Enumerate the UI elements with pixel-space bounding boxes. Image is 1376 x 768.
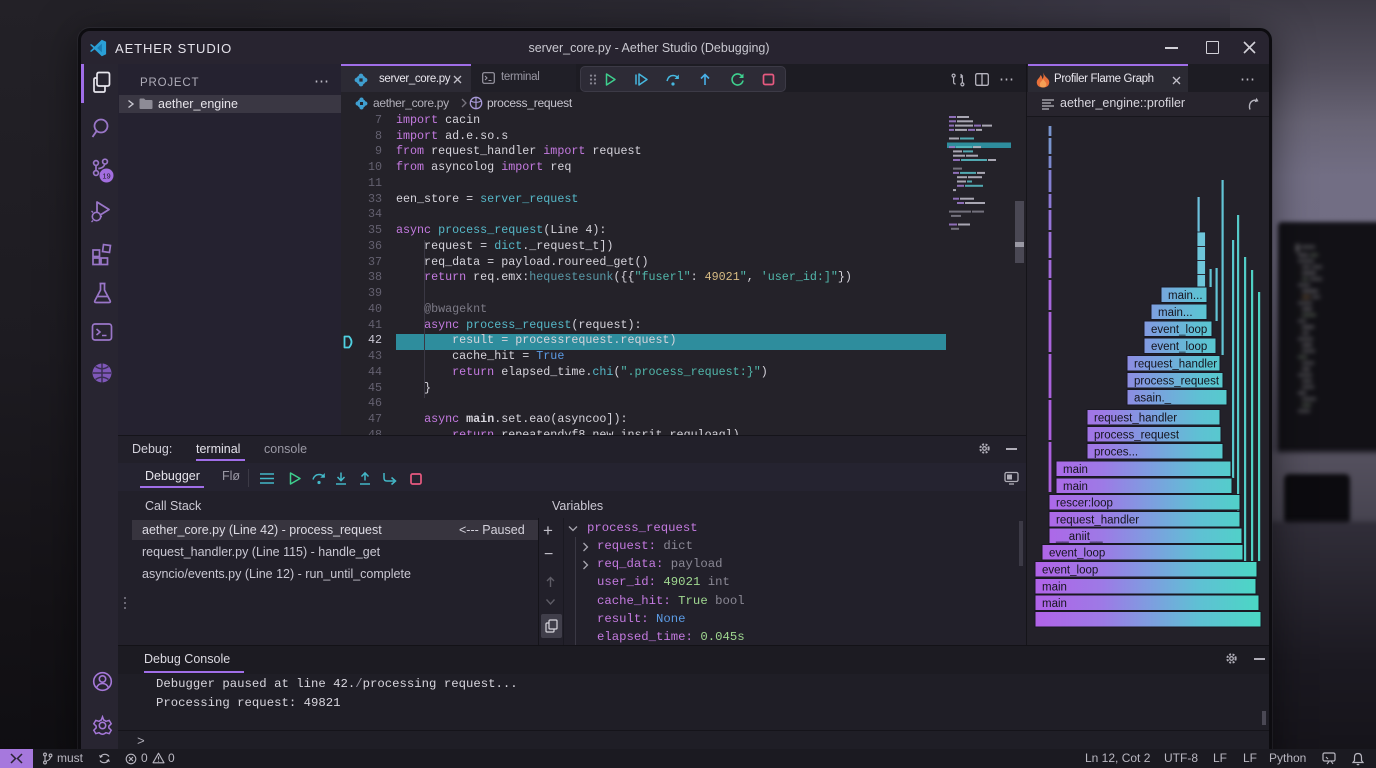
svg-text:event_loop: event_loop (1049, 548, 1105, 560)
svg-text:process_request: process_request (1094, 430, 1180, 442)
svg-text:19: 19 (102, 171, 110, 180)
svg-text:__aniit__: __aniit__ (1055, 531, 1103, 543)
svg-text:main: main (1042, 582, 1067, 594)
svg-text:main...: main... (1158, 307, 1193, 319)
svg-text:main: main (1042, 598, 1067, 610)
svg-text:main...: main... (1168, 290, 1203, 302)
svg-text:main: main (1063, 464, 1088, 476)
svg-text:request_handler: request_handler (1094, 413, 1177, 425)
svg-text:main: main (1063, 481, 1088, 493)
svg-text:event_loop: event_loop (1151, 341, 1207, 353)
svg-text:asain._: asain._ (1134, 393, 1172, 405)
svg-text:request_handler: request_handler (1134, 359, 1217, 371)
svg-text:event_loop: event_loop (1151, 324, 1207, 336)
svg-text:proces...: proces... (1094, 447, 1138, 459)
svg-text:rescer:loop: rescer:loop (1056, 498, 1113, 510)
svg-text:request_handler: request_handler (1056, 515, 1139, 527)
svg-text:event_loop: event_loop (1042, 565, 1098, 577)
svg-text:process_request: process_request (1134, 376, 1220, 388)
